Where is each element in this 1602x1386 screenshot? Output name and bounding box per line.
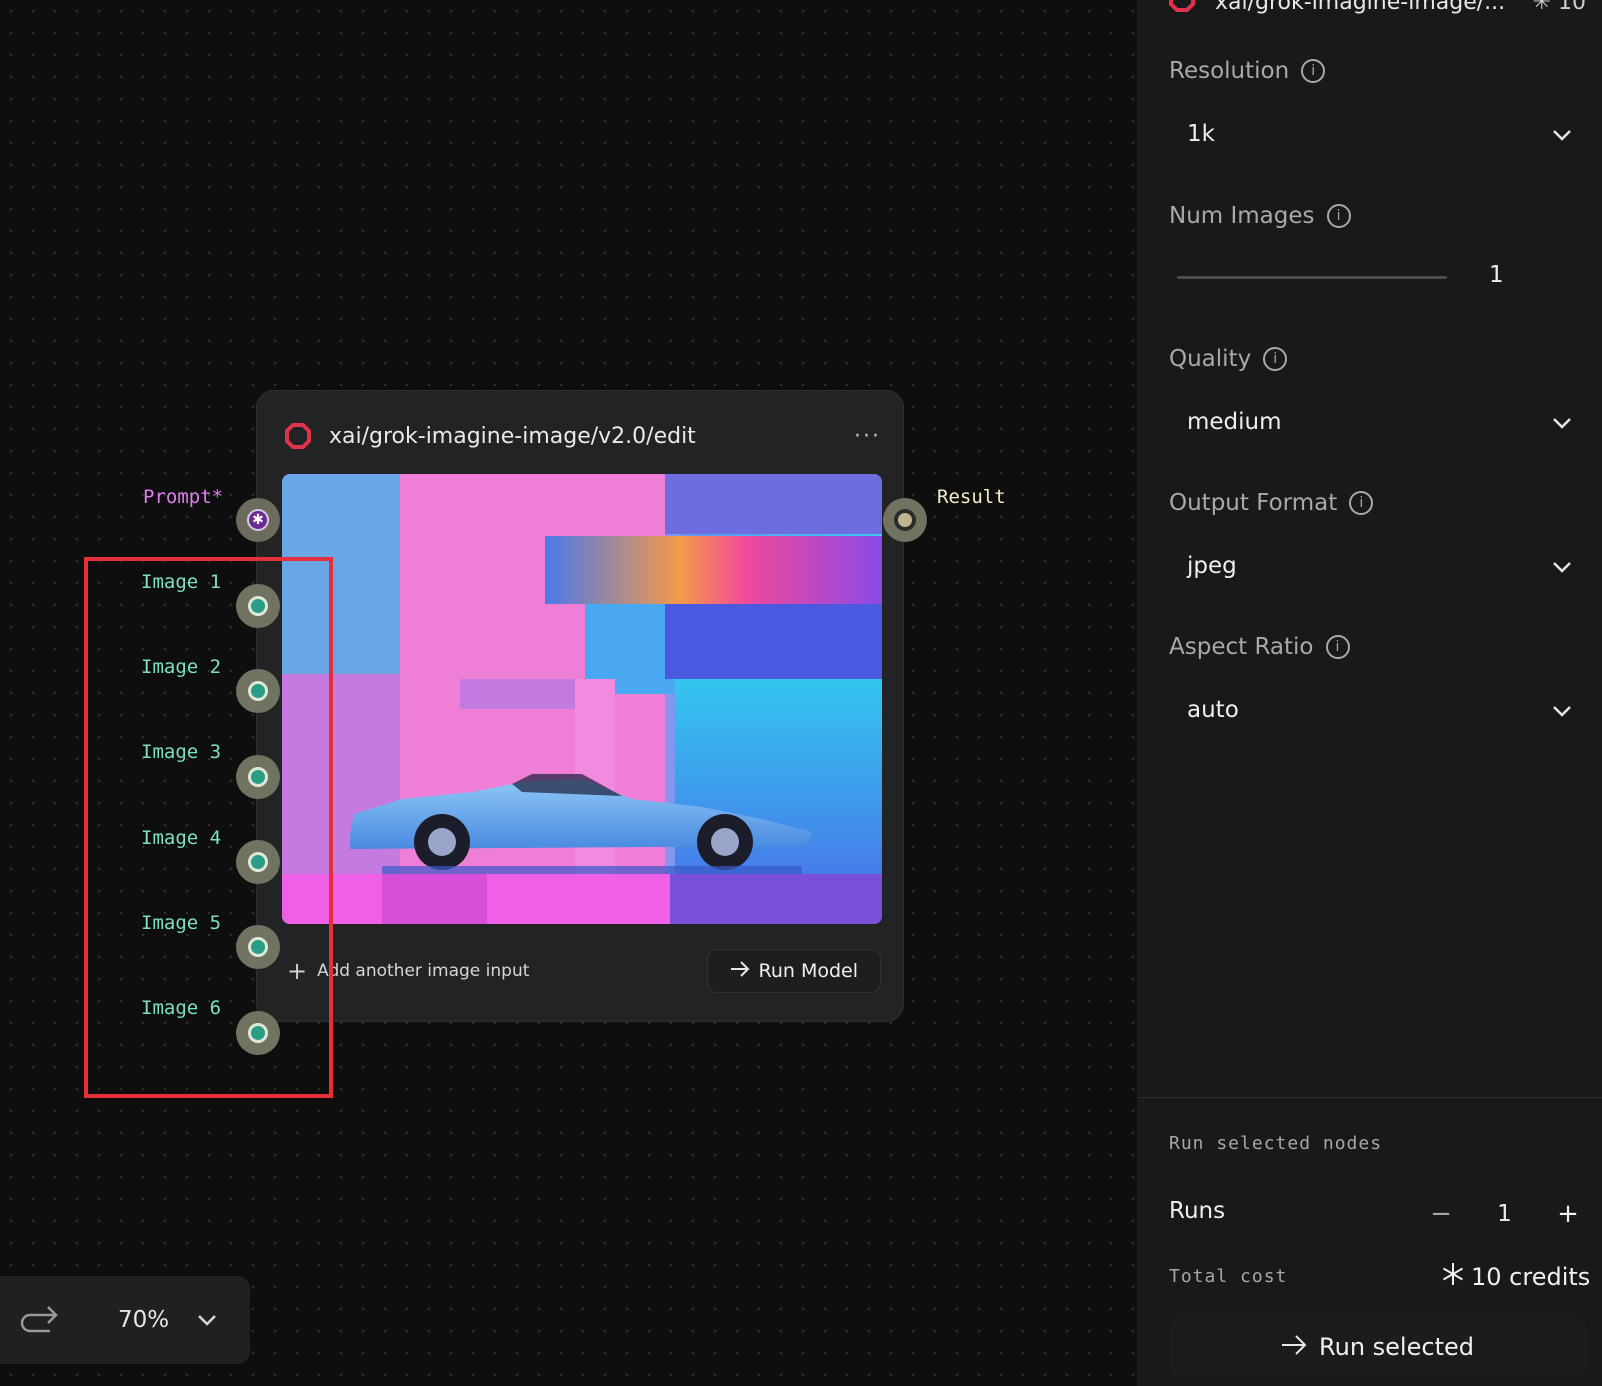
prompt-port-label: Prompt* (143, 486, 224, 508)
aspect-ratio-select[interactable]: auto (1187, 688, 1572, 732)
node-preview-image (282, 474, 882, 924)
node-footer: + Add another image input Run Model (287, 946, 881, 996)
aspect-ratio-label: Aspect Ratio i (1169, 634, 1350, 660)
resolution-label: Resolution i (1169, 58, 1326, 84)
asterisk-icon: ✱ (247, 509, 269, 531)
num-images-value: 1 (1489, 262, 1504, 288)
runs-label: Runs (1169, 1198, 1226, 1224)
model-node[interactable]: xai/grok-imagine-image/v2.0/edit ··· + A… (256, 390, 904, 1022)
redo-icon[interactable] (20, 1303, 60, 1337)
info-icon[interactable]: i (1349, 491, 1374, 515)
chevron-down-icon[interactable] (197, 1311, 217, 1330)
panel-header-cost: ✳ 10 (1532, 0, 1586, 15)
info-icon[interactable]: i (1325, 635, 1350, 659)
panel-divider (1137, 1097, 1602, 1098)
asterisk-icon (1441, 1262, 1465, 1292)
decrement-button[interactable]: − (1417, 1199, 1465, 1229)
info-icon[interactable]: i (1326, 204, 1351, 228)
num-images-label: Num Images i (1169, 203, 1351, 229)
total-cost-value: 10 credits (1441, 1262, 1590, 1292)
run-model-label: Run Model (758, 960, 858, 982)
run-selected-nodes-title: Run selected nodes (1169, 1133, 1383, 1154)
model-logo-icon (1169, 0, 1195, 18)
chevron-down-icon (1552, 409, 1572, 435)
node-menu-button[interactable]: ··· (854, 424, 881, 449)
output-format-select[interactable]: jpeg (1187, 544, 1572, 588)
node-title: xai/grok-imagine-image/v2.0/edit (329, 423, 696, 449)
arrow-right-icon (1281, 1333, 1307, 1361)
num-images-slider[interactable] (1177, 276, 1447, 279)
zoom-control: 70% (0, 1276, 250, 1364)
chevron-down-icon (1552, 553, 1572, 579)
aspect-ratio-value: auto (1187, 697, 1239, 723)
run-model-button[interactable]: Run Model (707, 949, 881, 993)
runs-stepper: − 1 + (1417, 1188, 1592, 1240)
panel-header: xai/grok-imagine-image/... ✳ 10 (1169, 0, 1586, 18)
properties-panel: xai/grok-imagine-image/... ✳ 10 Resoluti… (1137, 0, 1602, 1386)
add-image-input-label: Add another image input (317, 961, 530, 981)
quality-select[interactable]: medium (1187, 400, 1572, 444)
run-selected-label: Run selected (1319, 1333, 1474, 1361)
node-header: xai/grok-imagine-image/v2.0/edit ··· (285, 421, 881, 451)
prompt-input-port[interactable]: ✱ (236, 498, 280, 542)
credits-text: 10 credits (1471, 1263, 1591, 1291)
result-output-port[interactable] (883, 498, 927, 542)
chevron-down-icon (1552, 697, 1572, 723)
quality-label: Quality i (1169, 346, 1288, 372)
info-icon[interactable]: i (1301, 59, 1326, 83)
model-logo-icon (285, 423, 311, 449)
run-selected-button[interactable]: Run selected (1169, 1318, 1586, 1376)
arrow-right-icon (730, 960, 750, 982)
result-port-label: Result (937, 486, 1006, 508)
quality-value: medium (1187, 409, 1282, 435)
zoom-level: 70% (118, 1307, 170, 1333)
total-cost-label: Total cost (1169, 1266, 1288, 1287)
resolution-value: 1k (1187, 121, 1215, 147)
info-icon[interactable]: i (1263, 347, 1288, 371)
output-format-value: jpeg (1187, 553, 1237, 579)
image-ports-highlight-box (84, 557, 333, 1098)
chevron-down-icon (1552, 121, 1572, 147)
resolution-select[interactable]: 1k (1187, 112, 1572, 156)
increment-button[interactable]: + (1544, 1199, 1592, 1229)
runs-value: 1 (1497, 1201, 1512, 1227)
panel-model-title: xai/grok-imagine-image/... (1215, 0, 1506, 15)
output-format-label: Output Format i (1169, 490, 1374, 516)
